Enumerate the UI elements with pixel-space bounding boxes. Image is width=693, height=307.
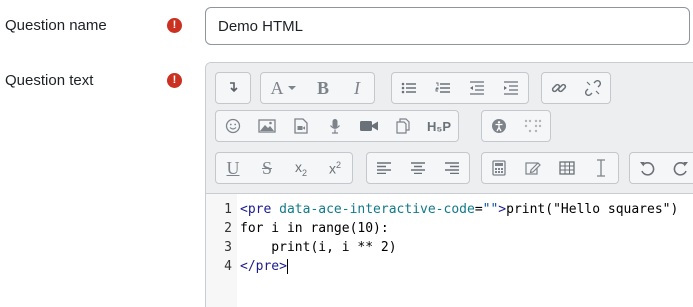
undo-icon <box>640 162 655 176</box>
media-file-icon <box>294 118 308 134</box>
font-style-button[interactable]: A <box>261 73 306 103</box>
redo-button[interactable] <box>664 153 693 183</box>
italic-icon: I <box>354 77 360 98</box>
table-button[interactable] <box>550 153 584 183</box>
required-icon: ! <box>167 18 182 33</box>
media-button[interactable] <box>284 111 318 141</box>
question-text-editor: A B I H₅P U S x2 x2 1 2 3 4 <pre data-ac… <box>205 62 693 307</box>
clear-formatting-button[interactable] <box>584 153 618 183</box>
collapse-toolbar-button[interactable] <box>216 73 250 103</box>
emoji-icon <box>225 118 241 134</box>
text-cursor <box>286 259 288 274</box>
strikethrough-button[interactable]: S <box>250 153 284 183</box>
underline-button[interactable]: U <box>216 153 250 183</box>
line-number: 2 <box>224 221 232 236</box>
accessibility-icon <box>492 119 506 133</box>
screenreader-helper-button[interactable] <box>516 111 550 141</box>
emoji-button[interactable] <box>216 111 250 141</box>
code-editor[interactable]: 1 2 3 4 <pre data-ace-interactive-code="… <box>206 194 693 307</box>
toolbar-group-media: H₅P <box>215 110 459 142</box>
line-number: 4 <box>224 259 232 274</box>
strikethrough-icon: S <box>261 157 272 178</box>
ordered-list-icon <box>435 82 450 93</box>
outdent-icon <box>470 81 484 95</box>
microphone-icon <box>330 119 340 134</box>
accessibility-checker-button[interactable] <box>482 111 516 141</box>
equation-button[interactable] <box>482 153 516 183</box>
underline-icon: U <box>226 157 240 178</box>
question-name-input[interactable] <box>205 7 690 45</box>
align-center-button[interactable] <box>401 153 435 183</box>
font-a-icon: A <box>270 77 284 98</box>
toolbar-group-style: A B I <box>260 72 375 104</box>
braille-icon <box>524 119 542 133</box>
subscript-button[interactable]: x2 <box>284 153 318 183</box>
toolbar-group-lists <box>391 72 529 104</box>
edit-icon <box>525 162 541 175</box>
toolbar-group-align <box>366 152 470 184</box>
collapse-icon <box>230 82 238 93</box>
record-audio-button[interactable] <box>318 111 352 141</box>
link-icon <box>551 83 567 93</box>
indent-icon <box>504 81 518 95</box>
table-icon <box>559 161 575 175</box>
bold-button[interactable]: B <box>306 73 340 103</box>
link-button[interactable] <box>542 73 576 103</box>
code-line: </pre> <box>240 259 288 274</box>
image-icon <box>258 119 276 133</box>
manage-files-button[interactable] <box>386 111 420 141</box>
question-name-label: Question name <box>5 17 107 34</box>
caret-down-icon <box>287 86 296 90</box>
record-video-button[interactable] <box>352 111 386 141</box>
video-camera-icon <box>360 121 378 131</box>
special-character-button[interactable] <box>516 153 550 183</box>
align-left-icon <box>377 162 391 174</box>
h5p-button[interactable]: H₅P <box>420 111 458 141</box>
align-right-button[interactable] <box>435 153 469 183</box>
code-line: for i in range(10): <box>240 221 389 236</box>
h5p-icon: H₅P <box>426 118 452 134</box>
italic-button[interactable]: I <box>340 73 374 103</box>
align-center-icon <box>411 162 425 174</box>
superscript-button[interactable]: x2 <box>318 153 352 183</box>
line-number: 1 <box>224 202 232 217</box>
line-number-gutter: 1 2 3 4 <box>206 194 237 307</box>
align-left-button[interactable] <box>367 153 401 183</box>
unlink-icon <box>585 80 601 96</box>
required-icon: ! <box>167 73 182 88</box>
redo-icon <box>673 162 688 176</box>
toolbar-group-accessibility <box>481 110 551 142</box>
files-icon <box>396 118 410 134</box>
toolbar-group-history <box>629 152 693 184</box>
bold-icon: B <box>316 77 329 98</box>
code-line: <pre data-ace-interactive-code="">print(… <box>240 202 679 217</box>
unordered-list-button[interactable] <box>392 73 426 103</box>
toolbar-group-collapse <box>215 72 251 104</box>
ordered-list-button[interactable] <box>426 73 460 103</box>
undo-button[interactable] <box>630 153 664 183</box>
code-line: print(i, i ** 2) <box>240 240 397 255</box>
editor-toolbar: A B I H₅P U S x2 x2 <box>206 63 693 194</box>
text-cursor-icon <box>597 159 605 177</box>
question-text-label: Question text <box>5 72 94 89</box>
unlink-button[interactable] <box>576 73 610 103</box>
toolbar-group-formatting: U S x2 x2 <box>215 152 353 184</box>
indent-button[interactable] <box>494 73 528 103</box>
line-number: 3 <box>224 240 232 255</box>
image-button[interactable] <box>250 111 284 141</box>
toolbar-group-links <box>541 72 611 104</box>
superscript-icon: x2 <box>328 159 341 177</box>
unordered-list-icon <box>401 82 416 94</box>
outdent-button[interactable] <box>460 73 494 103</box>
calculator-icon <box>492 160 506 176</box>
align-right-icon <box>445 162 459 174</box>
toolbar-group-insert <box>481 152 619 184</box>
subscript-icon: x2 <box>294 158 307 178</box>
